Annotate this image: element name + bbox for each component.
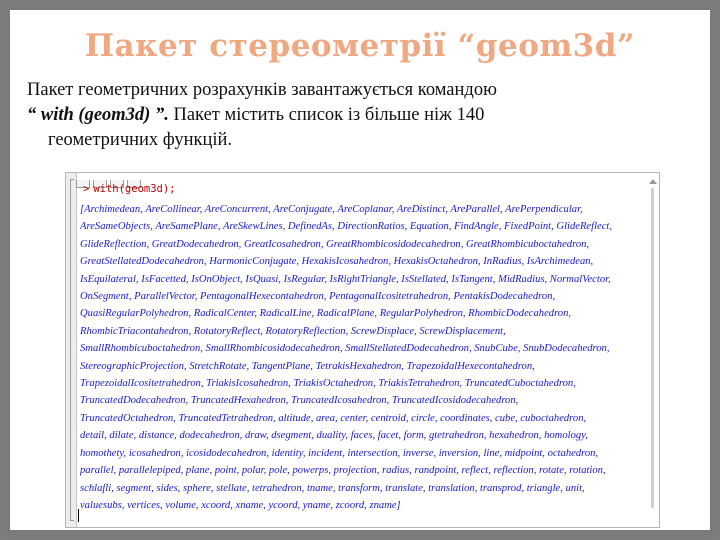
paragraph-line-1: Пакет геометричних розрахунків завантажу… (27, 80, 497, 100)
maple-output-line: detail, dilate, distance, dodecahedron, … (80, 430, 588, 442)
command-quote: “ with (geom3d) ”. (27, 105, 169, 125)
maple-output-line: TruncatedOctahedron, TruncatedTetrahedro… (80, 412, 587, 424)
maple-output-line: homothety, icosahedron, icosidodecahedro… (80, 447, 599, 459)
maple-output-line: IsEquilateral, IsFacetted, IsOnObject, I… (80, 273, 611, 285)
maple-output-line: valuesubs, vertices, volume, xcoord, xna… (80, 499, 401, 511)
worksheet-tab-marks (76, 173, 166, 188)
worksheet-scrollbar[interactable] (649, 179, 657, 519)
maple-output-line: AreSameObjects, AreSamePlane, AreSkewLin… (80, 221, 613, 233)
maple-output-line: schlafli, segment, sides, sphere, stella… (80, 482, 585, 494)
paragraph-line-3: геометричних функцій. (48, 130, 233, 150)
slide-paragraph: Пакет геометричних розрахунків завантажу… (27, 78, 687, 153)
maple-output-line: [Archimedean, AreCollinear, AreConcurren… (80, 204, 583, 215)
slide: Пакет стереометрії “geom3d” Пакет геомет… (10, 10, 710, 530)
maple-output-line: GreatStellatedDodecahedron, HarmonicConj… (80, 256, 594, 268)
text-cursor (78, 509, 79, 522)
scroll-track[interactable] (651, 188, 654, 508)
maple-worksheet-screenshot: > with(geom3d); [Archimedean, AreCollinea… (65, 172, 660, 528)
maple-output-line: StereographicProjection, StretchRotate, … (80, 360, 535, 372)
maple-output: [Archimedean, AreCollinear, AreConcurren… (80, 201, 650, 514)
maple-output-line: TruncatedDodecahedron, TruncatedHexahedr… (80, 395, 519, 407)
maple-command: with(geom3d); (93, 183, 176, 195)
maple-output-line: SmallRhombicuboctahedron, SmallRhombicos… (80, 343, 610, 355)
paragraph-line-2: “ with (geom3d) ”. Пакет містить список … (27, 103, 687, 128)
maple-output-line: TrapezoidalIcositetrahedron, TriakisIcos… (80, 378, 576, 390)
maple-output-line: RhombicTriacontahedron, RotatoryReflect,… (80, 325, 506, 337)
execution-group-bracket (70, 179, 74, 521)
maple-output-line: OnSegment, ParallelVector, PentagonalHex… (80, 291, 556, 303)
maple-output-line: QuasiRegularPolyhedron, RadicalCenter, R… (80, 308, 572, 320)
paragraph-line-2-rest: Пакет містить список із більше ніж 140 (168, 105, 485, 125)
slide-title: Пакет стереометрії “geom3d” (84, 28, 636, 64)
scroll-up-arrow-icon[interactable] (649, 179, 657, 184)
maple-prompt: > (83, 183, 90, 195)
maple-output-line: GlideReflection, GreatDodecahedron, Grea… (80, 238, 590, 250)
maple-input-line[interactable]: > with(geom3d); (83, 183, 176, 195)
maple-output-line: parallel, parallelepiped, plane, point, … (80, 465, 606, 477)
